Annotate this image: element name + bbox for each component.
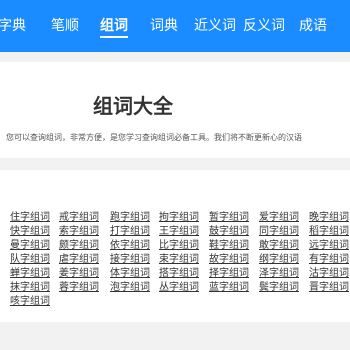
- word-link[interactable]: 蝉字组词: [10, 268, 50, 280]
- nav-item-zidian[interactable]: 字典: [0, 0, 26, 52]
- word-link[interactable]: 跑字组词: [110, 212, 150, 224]
- word-link[interactable]: 丛字组词: [159, 282, 199, 294]
- word-link[interactable]: 搭字组词: [159, 268, 199, 280]
- word-link[interactable]: 蓉字组词: [59, 282, 99, 294]
- word-link[interactable]: 接字组词: [110, 254, 150, 266]
- word-link[interactable]: 择字组词: [209, 268, 249, 280]
- nav-item-chengyu[interactable]: 成语: [299, 0, 327, 52]
- word-link[interactable]: 虐字组词: [59, 254, 99, 266]
- word-link[interactable]: 拘字组词: [159, 212, 199, 224]
- word-link[interactable]: 队字组词: [10, 254, 50, 266]
- word-link[interactable]: 比字组词: [159, 240, 199, 252]
- word-link[interactable]: 同字组词: [259, 226, 299, 238]
- page-title: 组词大全: [93, 94, 173, 118]
- nav-item-fanyici[interactable]: 反义词: [243, 0, 285, 52]
- word-link[interactable]: 打字组词: [110, 226, 150, 238]
- word-link[interactable]: 敢字组词: [259, 240, 299, 252]
- word-link[interactable]: 沽字组词: [309, 268, 349, 280]
- word-link[interactable]: 抹字组词: [10, 282, 50, 294]
- word-link[interactable]: 体字组词: [110, 268, 150, 280]
- nav-item-jinyici[interactable]: 近义词: [194, 0, 236, 52]
- word-link[interactable]: 戒字组词: [59, 212, 99, 224]
- word-link[interactable]: 蓝字组词: [209, 282, 249, 294]
- nav-item-bishun[interactable]: 笔顺: [51, 0, 79, 52]
- word-link[interactable]: 晚字组词: [309, 212, 349, 224]
- word-link[interactable]: 有字组词: [309, 254, 349, 266]
- nav-item-zuci[interactable]: 组词: [100, 0, 128, 52]
- word-link[interactable]: 泽字组词: [259, 268, 299, 280]
- word-link[interactable]: 索字组词: [59, 226, 99, 238]
- intro-text: 您可以查询组词，非常方便，是您学习查询组词必备工具。我们将不断更新心的汉语: [6, 133, 302, 142]
- word-link[interactable]: 快字组词: [10, 226, 50, 238]
- active-tab-underline: [100, 36, 128, 38]
- top-nav: 字典 笔顺 组词 词典 近义词 反义词 成语: [0, 0, 350, 52]
- word-grid: 住字组词 戒字组词 跑字组词 拘字组词 暂字组词 爱字组词 晚字组词 快字组词 …: [0, 170, 350, 322]
- word-link[interactable]: 故字组词: [209, 254, 249, 266]
- word-link[interactable]: 住字组词: [10, 212, 50, 224]
- word-link[interactable]: 颇字组词: [59, 240, 99, 252]
- title-panel: 组词大全 您可以查询组词，非常方便，是您学习查询组词必备工具。我们将不断更新心的…: [0, 62, 350, 158]
- word-link[interactable]: 泡字组词: [110, 282, 150, 294]
- word-link[interactable]: 王字组词: [159, 226, 199, 238]
- word-link[interactable]: 依字组词: [110, 240, 150, 252]
- word-link[interactable]: 爱字组词: [259, 212, 299, 224]
- word-link[interactable]: 咳字组词: [10, 296, 50, 308]
- word-link[interactable]: 稻字组词: [309, 226, 349, 238]
- word-link[interactable]: 鬓字组词: [259, 282, 299, 294]
- word-link[interactable]: 鞋字组词: [209, 240, 249, 252]
- word-link[interactable]: 暂字组词: [209, 212, 249, 224]
- word-link[interactable]: 晋字组词: [309, 282, 349, 294]
- word-link[interactable]: 鼓字组词: [209, 226, 249, 238]
- word-link[interactable]: 纲字组词: [259, 254, 299, 266]
- word-link[interactable]: 曼字组词: [10, 240, 50, 252]
- word-link[interactable]: 姜字组词: [59, 268, 99, 280]
- word-link[interactable]: 远字组词: [309, 240, 349, 252]
- word-link[interactable]: 束字组词: [159, 254, 199, 266]
- nav-item-cidian[interactable]: 词典: [150, 0, 178, 52]
